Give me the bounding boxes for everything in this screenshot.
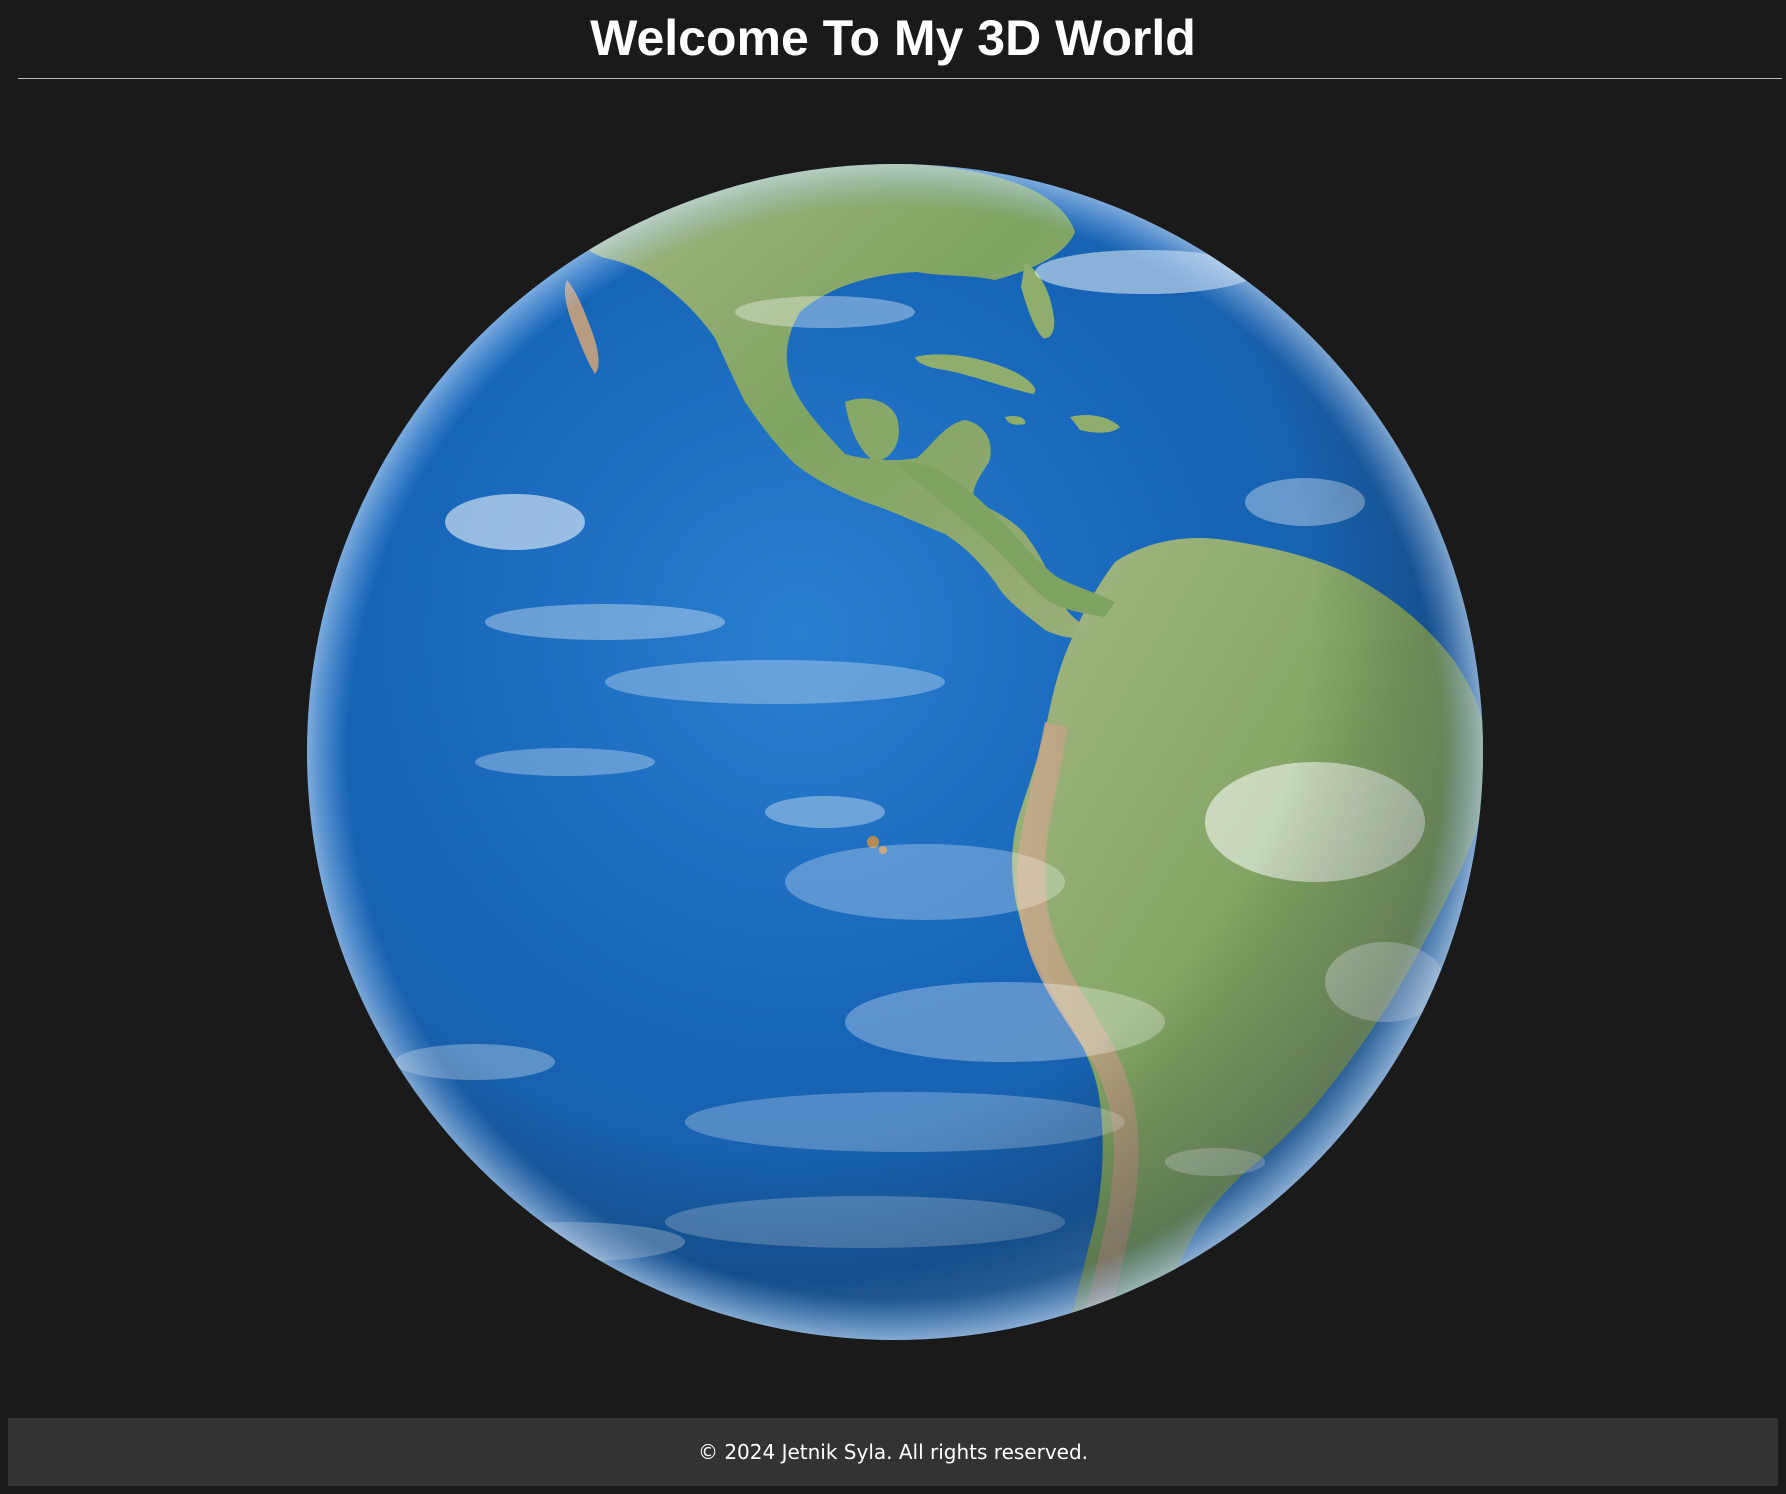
3d-canvas[interactable] [0,80,1786,1416]
page-footer: © 2024 Jetnik Syla. All rights reserved. [8,1418,1778,1486]
page-title: Welcome To My 3D World [590,10,1196,66]
page-header: Welcome To My 3D World [0,0,1786,80]
atmosphere-rim [307,164,1483,1340]
copyright-text: © 2024 Jetnik Syla. All rights reserved. [697,1440,1089,1464]
header-divider [18,78,1782,79]
earth-globe-icon[interactable] [305,162,1485,1342]
